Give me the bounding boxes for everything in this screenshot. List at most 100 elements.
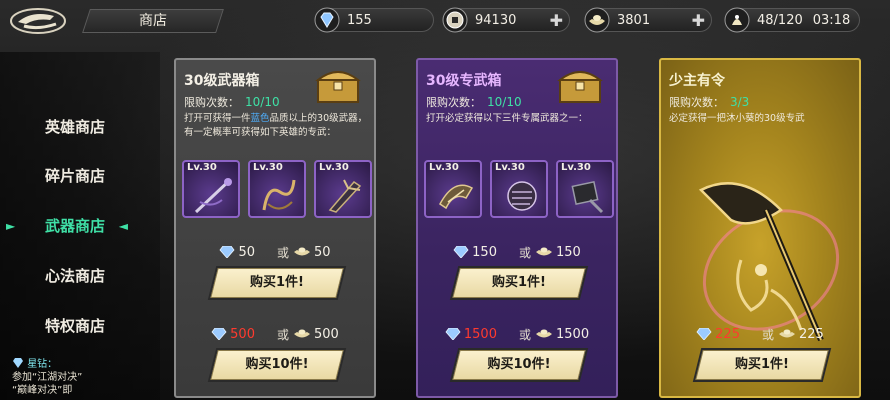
stamina-value: 48/120 [757,12,803,28]
ingot-icon [536,247,552,256]
sidebar-item-fragment-shop[interactable]: 碎片商店 [0,161,150,191]
red-diamond-icon [445,328,461,340]
or-label: 或 [276,245,289,260]
purchase-limit: 限购次数： 3/3 [669,94,749,110]
add-ingot-button[interactable]: ✚ [692,11,705,30]
sidebar-item-label: 心法商店 [44,267,105,285]
star-diamond-note: 星钻： 参加“江湖对决” “巅峰对决”即 [12,358,132,397]
item-level: Lv.30 [253,162,283,173]
staff-weapon-icon [194,178,232,214]
claw-weapon-icon [439,184,474,210]
ingot-price: 225 [799,326,824,342]
card-description: 打开可获得一件蓝色品质以上的30级武器，有一定概率可获得如下英雄的专武： [184,112,368,140]
card-title: 30级武器箱 [184,73,260,89]
add-coin-button[interactable]: ✚ [550,11,563,30]
ingot-icon [583,6,611,34]
card-description: 打开必定获得以下三件专属武器之一： [426,113,588,124]
or-label: 或 [761,327,774,342]
sidebar-item-label: 碎片商店 [44,167,105,185]
ingot-price: 500 [314,326,339,342]
diamond-value: 155 [347,12,372,28]
note-line: “巅峰对决”即 [12,385,73,396]
buy-ten-label: 购买10件! [487,357,551,372]
weapon-item[interactable]: Lv.30 [490,160,548,218]
weapon-item[interactable]: Lv.30 [424,160,482,218]
sidebar-item-hero-shop[interactable]: 英雄商店 [0,112,150,142]
treasure-chest-icon [557,71,603,103]
purchase-limit: 限购次数： 10/10 [426,94,522,110]
limit-value: 10/10 [245,95,280,109]
ingot-counter: 3801 ✚ [584,7,712,33]
item-level: Lv.30 [319,162,349,173]
coin-value: 94130 [475,12,517,28]
treasure-chest-icon [315,71,361,103]
buy-one-label: 购买1件! [492,275,546,290]
ingot-price: 50 [314,244,331,260]
young-master-order-card: 少主有令 限购次数： 3/3 必定获得一把沐小葵的30级专武 225 或 225 … [659,58,861,398]
weapon-item[interactable]: Lv.30 [314,160,372,218]
or-label: 或 [276,327,289,342]
buy-one-label: 购买1件! [735,357,789,372]
weapon-item[interactable]: Lv.30 [556,160,614,218]
diamond-counter: 155 [314,7,434,33]
back-arrow-icon [10,8,66,34]
card-description: 必定获得一把沐小葵的30级专武 [669,113,805,124]
desc-blue-text: 蓝色 [250,113,270,124]
page-title: 商店 [139,13,167,29]
price-ten: 500 或 500 [176,324,374,344]
whip-weapon-icon [262,179,296,211]
note-head: 星钻： [27,359,58,370]
sidebar-item-weapon-shop[interactable]: ► 武器商店 ◄ [0,211,150,241]
or-label: 或 [518,245,531,260]
star-diamond-icon [13,358,23,368]
sidebar-item-mind-shop[interactable]: 心法商店 [0,261,150,291]
note-line: 参加“江湖对决” [12,372,83,383]
ingot-icon [779,329,795,338]
stamina-icon [723,6,751,34]
red-diamond-icon [696,328,712,340]
limit-label: 限购次数： [426,96,481,109]
sidebar-item-label: 特权商店 [44,317,105,335]
card-title: 30级专武箱 [426,73,502,89]
buy-ten-label: 购买10件! [245,357,309,372]
hammer-weapon-icon [571,181,604,214]
weapon-box-card: 30级武器箱 限购次数： 10/10 打开可获得一件蓝色品质以上的30级武器，有一… [174,58,376,398]
sidebar-item-privilege-shop[interactable]: 特权商店 [0,311,150,341]
purchase-limit: 限购次数： 10/10 [184,94,280,110]
desc-text: 打开可获得一件 [184,113,251,124]
limit-label: 限购次数： [669,96,724,109]
diamond-price: 150 [472,244,497,260]
blade-weapon-icon [328,179,362,213]
coin-icon [441,6,469,34]
diamond-price: 50 [238,244,255,260]
price-ten: 1500 或 1500 [418,324,616,344]
exclusive-weapon-box-card: 30级专武箱 限购次数： 10/10 打开必定获得以下三件专属武器之一： Lv.3… [416,58,618,398]
ingot-value: 3801 [617,12,651,28]
price-single: 225 或 225 [661,324,859,344]
item-level: Lv.30 [495,162,525,173]
weapon-item[interactable]: Lv.30 [182,160,240,218]
weapon-item[interactable]: Lv.30 [248,160,306,218]
price-single: 50 或 50 [176,242,374,262]
back-button[interactable] [6,4,70,38]
stamina-timer: 03:18 [812,12,851,28]
diamond-icon [219,246,235,258]
gauntlet-weapon-icon [507,181,537,211]
active-arrow-right-icon: ◄ [118,219,128,233]
limit-value: 10/10 [487,95,522,109]
item-row: Lv.30 Lv.30 Lv.30 [424,160,614,220]
item-row: Lv.30 Lv.30 Lv.30 [182,160,372,220]
ingot-icon [294,329,310,338]
coin-counter: 94130 ✚ [442,7,570,33]
ingot-icon [536,329,552,338]
sidebar-item-label: 武器商店 [44,217,105,235]
ingot-price: 150 [556,244,581,260]
or-label: 或 [518,327,531,342]
item-level: Lv.30 [429,162,459,173]
limit-label: 限购次数： [184,96,239,109]
diamond-price: 225 [715,326,740,342]
diamond-icon [453,246,469,258]
card-title: 少主有令 [669,73,725,89]
diamond-icon [313,6,341,34]
limit-value: 3/3 [730,95,750,109]
